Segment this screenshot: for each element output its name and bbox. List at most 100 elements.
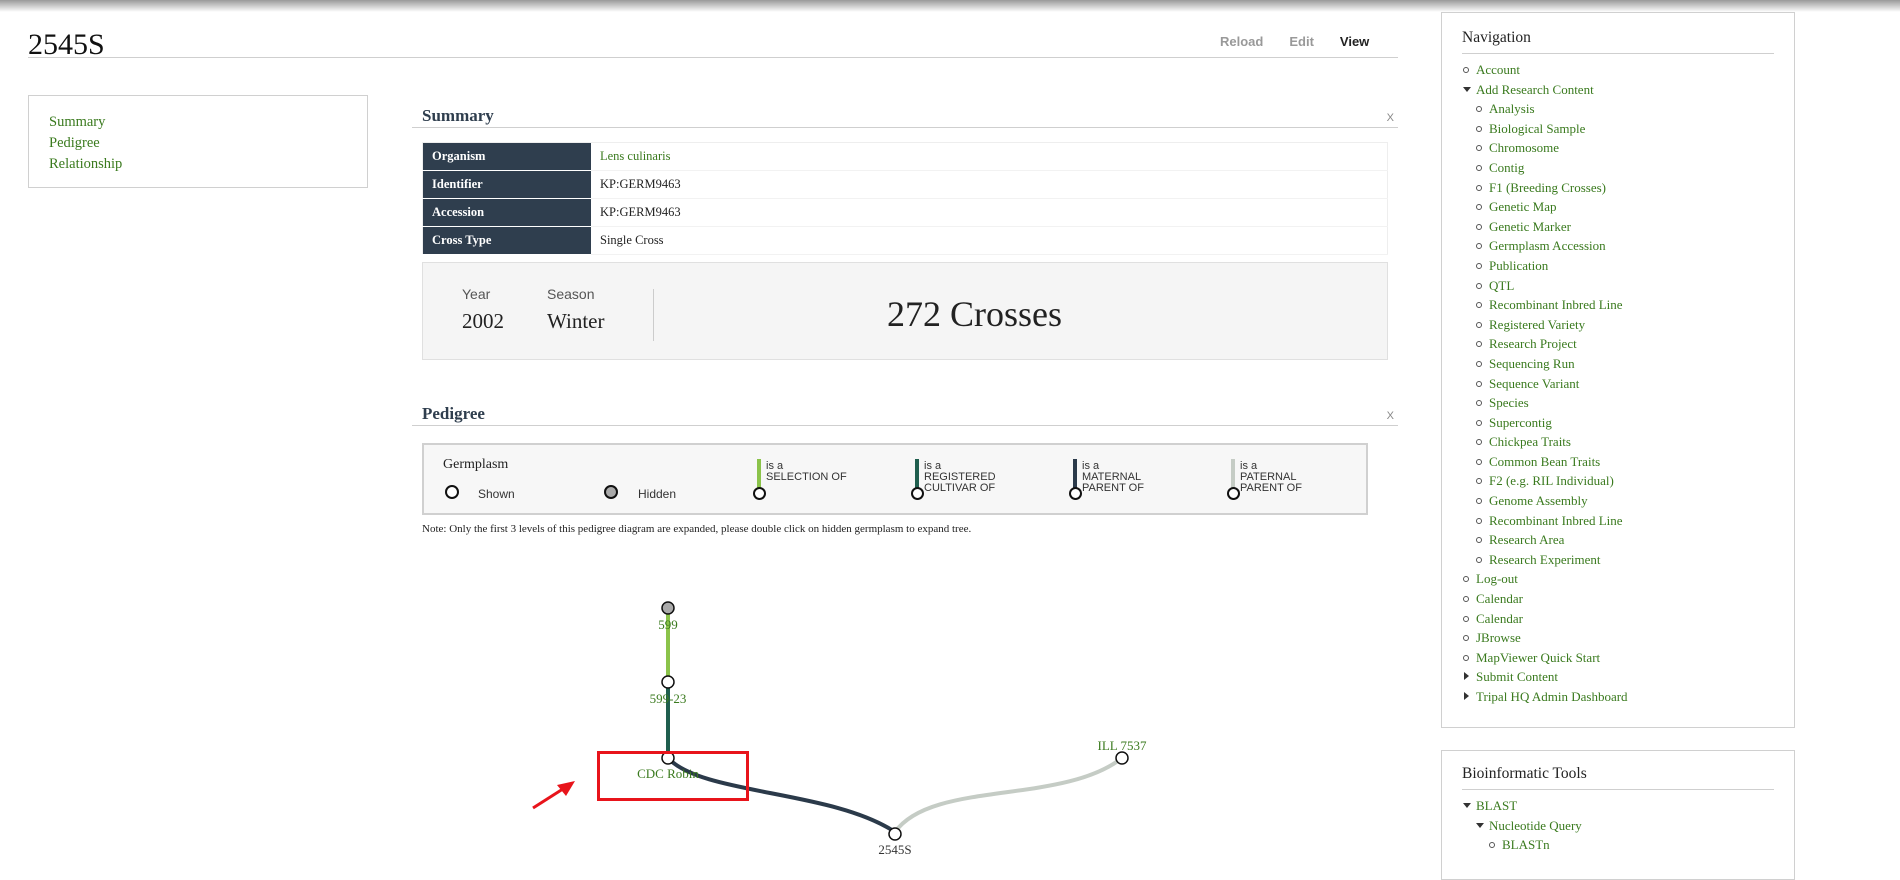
node-599-hidden[interactable] [661,601,675,615]
bullet-icon [1476,106,1482,113]
bioinformatic-tools-block: Bioinformatic Tools BLAST Nucleotide Quer… [1441,750,1795,880]
registered-line-icon [915,459,919,489]
sidebar-item-research-project[interactable]: Research Project [1462,334,1774,354]
menu-item-label[interactable]: F1 (Breeding Crosses) [1489,180,1606,195]
tab-reload[interactable]: Reload [1220,34,1263,49]
node-label-599-23[interactable]: 599-23 [650,691,687,706]
tab-view[interactable]: View [1340,34,1369,49]
menu-item-label[interactable]: Genome Assembly [1489,493,1588,508]
node-label-ill-7537[interactable]: ILL 7537 [1098,738,1147,753]
sidebar-item-f1-breeding-crosses[interactable]: F1 (Breeding Crosses) [1462,178,1774,198]
menu-item-label[interactable]: BLAST [1476,798,1517,813]
node-label-599[interactable]: 599 [658,617,678,632]
tool-item-nucleotide-query[interactable]: Nucleotide Query [1462,816,1774,836]
sidebar-item-calendar[interactable]: Calendar [1462,609,1774,629]
navigation-list: Account Add Research Content Analysis Biolo… [1462,60,1774,707]
bullet-icon [1476,341,1482,348]
tool-item-blastn[interactable]: BLASTn [1462,835,1774,855]
menu-item-label[interactable]: F2 (e.g. RIL Individual) [1489,473,1614,488]
menu-item-label[interactable]: BLASTn [1502,837,1550,852]
menu-item-label[interactable]: Chickpea Traits [1489,434,1571,449]
sidebar-item-genetic-map[interactable]: Genetic Map [1462,197,1774,217]
menu-item-label[interactable]: Sequencing Run [1489,356,1575,371]
menu-item-label[interactable]: Genetic Marker [1489,219,1571,234]
menu-item-label[interactable]: Add Research Content [1476,82,1594,97]
menu-item-label[interactable]: JBrowse [1476,630,1521,645]
sidebar-item-tripal-hq-admin-dashboard[interactable]: Tripal HQ Admin Dashboard [1462,687,1774,707]
sidebar-item-submit-content[interactable]: Submit Content [1462,667,1774,687]
sidebar-item-sequencing-run[interactable]: Sequencing Run [1462,354,1774,374]
sidebar-item-species[interactable]: Species [1462,393,1774,413]
node-ill-7537[interactable] [1115,751,1129,765]
sidebar-item-contig[interactable]: Contig [1462,158,1774,178]
tab-edit[interactable]: Edit [1289,34,1314,49]
sidebar-item-log-out[interactable]: Log-out [1462,569,1774,589]
menu-item-label[interactable]: Genetic Map [1489,199,1557,214]
sidebar-item-chromosome[interactable]: Chromosome [1462,138,1774,158]
menu-item-label[interactable]: Common Bean Traits [1489,454,1600,469]
sidebar-item-calendar[interactable]: Calendar [1462,589,1774,609]
tool-item-blast[interactable]: BLAST [1462,796,1774,816]
bullet-icon [1476,125,1482,132]
menu-item-label[interactable]: Germplasm Accession [1489,238,1606,253]
menu-item-label[interactable]: Publication [1489,258,1548,273]
collapsed-triangle-icon [1464,692,1469,700]
sidebar-item-supercontig[interactable]: Supercontig [1462,413,1774,433]
menu-item-label[interactable]: Nucleotide Query [1489,818,1582,833]
sidebar-item-genome-assembly[interactable]: Genome Assembly [1462,491,1774,511]
bullet-icon [1476,164,1482,171]
menu-item-label[interactable]: Research Area [1489,532,1564,547]
sidebar-item-account[interactable]: Account [1462,60,1774,80]
pedigree-close-button[interactable]: X [1387,410,1394,422]
sidebar-item-mapviewer-quick-start[interactable]: MapViewer Quick Start [1462,648,1774,668]
toc-link-summary[interactable]: Summary [49,112,347,133]
sidebar-item-analysis[interactable]: Analysis [1462,99,1774,119]
menu-item-label[interactable]: Log-out [1476,571,1518,586]
menu-item-label[interactable]: Research Experiment [1489,552,1601,567]
menu-item-label[interactable]: Account [1476,62,1520,77]
menu-item-label[interactable]: Supercontig [1489,415,1552,430]
sidebar-item-qtl[interactable]: QTL [1462,276,1774,296]
sidebar-item-genetic-marker[interactable]: Genetic Marker [1462,217,1774,237]
menu-item-label[interactable]: Submit Content [1476,669,1558,684]
sidebar-item-biological-sample[interactable]: Biological Sample [1462,119,1774,139]
sidebar-item-research-area[interactable]: Research Area [1462,530,1774,550]
sidebar-item-publication[interactable]: Publication [1462,256,1774,276]
menu-item-label[interactable]: Registered Variety [1489,317,1585,332]
sidebar-item-sequence-variant[interactable]: Sequence Variant [1462,374,1774,394]
menu-item-label[interactable]: Contig [1489,160,1524,175]
summary-close-button[interactable]: X [1387,112,1394,124]
menu-item-label[interactable]: Biological Sample [1489,121,1585,136]
menu-item-label[interactable]: Chromosome [1489,140,1559,155]
toc-link-relationship[interactable]: Relationship [49,154,347,175]
sidebar-item-registered-variety[interactable]: Registered Variety [1462,315,1774,335]
sidebar-item-recombinant-inbred-line[interactable]: Recombinant Inbred Line [1462,295,1774,315]
node-2545s-root[interactable] [888,827,902,841]
menu-item-label[interactable]: QTL [1489,278,1514,293]
sidebar-item-f2-e-g-ril-individual[interactable]: F2 (e.g. RIL Individual) [1462,471,1774,491]
sidebar-item-germplasm-accession[interactable]: Germplasm Accession [1462,236,1774,256]
bullet-icon [1476,262,1482,269]
menu-item-label[interactable]: Calendar [1476,611,1523,626]
sidebar-item-recombinant-inbred-line[interactable]: Recombinant Inbred Line [1462,511,1774,531]
menu-item-label[interactable]: Recombinant Inbred Line [1489,513,1623,528]
menu-item-label[interactable]: Research Project [1489,336,1577,351]
sidebar-item-chickpea-traits[interactable]: Chickpea Traits [1462,432,1774,452]
bullet-icon [1476,145,1482,152]
sidebar-item-add-research-content[interactable]: Add Research Content [1462,80,1774,100]
sidebar-item-research-experiment[interactable]: Research Experiment [1462,550,1774,570]
legend-registered: is a REGISTERED CULTIVAR OF [924,460,996,494]
menu-item-label[interactable]: Calendar [1476,591,1523,606]
menu-item-label[interactable]: Tripal HQ Admin Dashboard [1476,689,1628,704]
toc-link-pedigree[interactable]: Pedigree [49,133,347,154]
organism-link[interactable]: Lens culinaris [600,149,670,163]
menu-item-label[interactable]: Species [1489,395,1529,410]
menu-item-label[interactable]: Analysis [1489,101,1535,116]
menu-item-label[interactable]: Recombinant Inbred Line [1489,297,1623,312]
sidebar-item-common-bean-traits[interactable]: Common Bean Traits [1462,452,1774,472]
bullet-icon [1476,517,1482,524]
menu-item-label[interactable]: Sequence Variant [1489,376,1579,391]
node-599-23[interactable] [661,675,675,689]
menu-item-label[interactable]: MapViewer Quick Start [1476,650,1600,665]
sidebar-item-jbrowse[interactable]: JBrowse [1462,628,1774,648]
